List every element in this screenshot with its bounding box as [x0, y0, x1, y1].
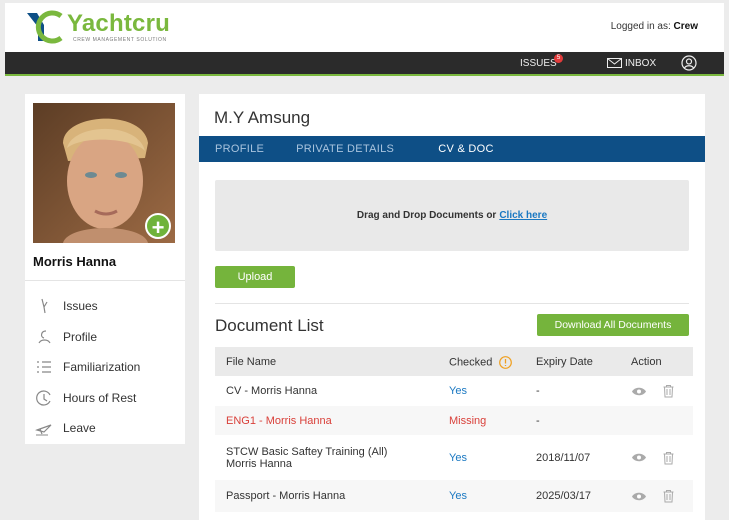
issues-count-badge: 5	[554, 54, 563, 63]
file-name: ENG1 - Morris Hanna	[226, 414, 332, 427]
warning-icon	[499, 356, 513, 369]
pen-icon	[41, 299, 48, 314]
sidebar-item-leave[interactable]: Leave	[35, 413, 140, 444]
sidebar-divider	[25, 280, 185, 281]
app-header: Yachtcru CREW MANAGEMENT SOLUTION Logged…	[5, 3, 724, 52]
logged-in-prefix: Logged in as:	[610, 21, 671, 32]
sidebar-item-label: Leave	[63, 421, 96, 436]
row-actions	[631, 385, 690, 398]
sidebar-item-familiarization[interactable]: Familiarization	[35, 352, 140, 383]
nav-issues[interactable]: ISSUES 5	[520, 52, 563, 74]
tab-bar: PROFILE PRIVATE DETAILS CV & DOC	[199, 136, 705, 162]
user-name: Morris Hanna	[33, 254, 117, 269]
row-actions	[631, 490, 690, 503]
sidebar-item-label: Hours of Rest	[63, 390, 137, 405]
list-icon	[37, 361, 51, 373]
expiry-date: -	[536, 385, 540, 397]
tab-private-details[interactable]: PRIVATE DETAILS	[280, 136, 410, 162]
nav-user-menu[interactable]	[681, 52, 697, 74]
yc-logo-icon	[27, 10, 63, 44]
eye-icon[interactable]	[631, 491, 647, 501]
profile-photo: +	[33, 103, 175, 243]
checked-status: Missing	[449, 414, 487, 427]
file-name-line2: Morris Hanna	[226, 457, 293, 470]
logged-in-status: Logged in as: Crew	[611, 21, 698, 32]
file-name: STCW Basic Saftey Training (All) Morris …	[226, 446, 387, 470]
row-actions	[631, 451, 690, 464]
section-divider	[215, 303, 689, 304]
download-all-button[interactable]: Download All Documents	[537, 314, 689, 336]
envelope-icon	[607, 58, 622, 68]
sidebar-item-hours-of-rest[interactable]: Hours of Rest	[35, 383, 140, 414]
trash-icon[interactable]	[663, 385, 674, 398]
sidebar-item-profile[interactable]: Profile	[35, 322, 140, 353]
checked-status: Yes	[449, 490, 467, 502]
brand-name: Yachtcru	[67, 9, 170, 37]
col-checked-label: Checked	[449, 356, 493, 369]
col-file-name: File Name	[226, 356, 277, 368]
sidebar-item-label: Familiarization	[63, 360, 141, 375]
file-name-line1: STCW Basic Saftey Training (All)	[226, 445, 388, 458]
dropzone-click-link[interactable]: Click here	[499, 210, 547, 221]
eye-icon[interactable]	[631, 453, 647, 463]
expiry-date: 2025/03/17	[536, 490, 592, 502]
expiry-date: 2018/11/07	[536, 451, 591, 464]
nav-issues-label: ISSUES	[520, 57, 557, 69]
nav-inbox[interactable]: INBOX	[607, 52, 656, 74]
tab-profile[interactable]: PROFILE	[199, 136, 280, 162]
table-row: STCW Basic Saftey Training (All) Morris …	[215, 435, 693, 480]
brand-logo[interactable]: Yachtcru CREW MANAGEMENT SOLUTION	[25, 10, 170, 44]
expiry-date: -	[536, 414, 540, 427]
file-name: CV - Morris Hanna	[226, 385, 318, 397]
eye-icon[interactable]	[631, 386, 647, 396]
sidebar-item-label: Issues	[63, 299, 98, 314]
sidebar-item-issues[interactable]: Issues	[35, 291, 140, 322]
logged-in-user: Crew	[673, 21, 698, 32]
profile-icon	[38, 330, 51, 344]
col-checked: Checked	[449, 356, 513, 369]
document-dropzone[interactable]: Drag and Drop Documents or Click here	[215, 180, 689, 251]
table-row: ENG1 - Morris Hanna Missing -	[215, 406, 693, 435]
table-row: CV - Morris Hanna Yes -	[215, 376, 693, 406]
dropzone-text: Drag and Drop Documents or	[356, 210, 497, 221]
col-expiry-date: Expiry Date	[536, 356, 593, 368]
plane-icon	[35, 424, 52, 436]
nav-inbox-label: INBOX	[625, 57, 657, 69]
document-table: File Name Checked Expiry Date Action CV …	[215, 347, 693, 512]
tab-cv-doc[interactable]: CV & DOC	[422, 136, 510, 162]
top-navbar: ISSUES 5 INBOX	[5, 52, 724, 76]
upload-button[interactable]: Upload	[215, 266, 295, 288]
sidebar-item-label: Profile	[63, 329, 98, 344]
checked-status: Yes	[449, 385, 467, 397]
table-row: Passport - Morris Hanna Yes 2025/03/17	[215, 480, 693, 512]
clock-icon	[36, 390, 51, 406]
table-header: File Name Checked Expiry Date Action	[215, 347, 693, 376]
main-panel: M.Y Amsung PROFILE PRIVATE DETAILS CV & …	[199, 94, 705, 520]
vessel-title: M.Y Amsung	[214, 108, 311, 127]
user-icon	[681, 55, 697, 71]
file-name: Passport - Morris Hanna	[226, 490, 346, 502]
brand-tagline: CREW MANAGEMENT SOLUTION	[73, 36, 167, 43]
profile-sidebar: + Morris Hanna Issues Profile Familiariz…	[25, 94, 185, 444]
trash-icon[interactable]	[663, 451, 674, 464]
trash-icon[interactable]	[663, 490, 674, 503]
document-list-title: Document List	[215, 316, 324, 335]
col-action: Action	[631, 356, 662, 368]
checked-status: Yes	[449, 451, 467, 464]
add-photo-button[interactable]: +	[145, 213, 171, 240]
sidebar-menu: Issues Profile Familiarization Hours of …	[35, 291, 140, 444]
